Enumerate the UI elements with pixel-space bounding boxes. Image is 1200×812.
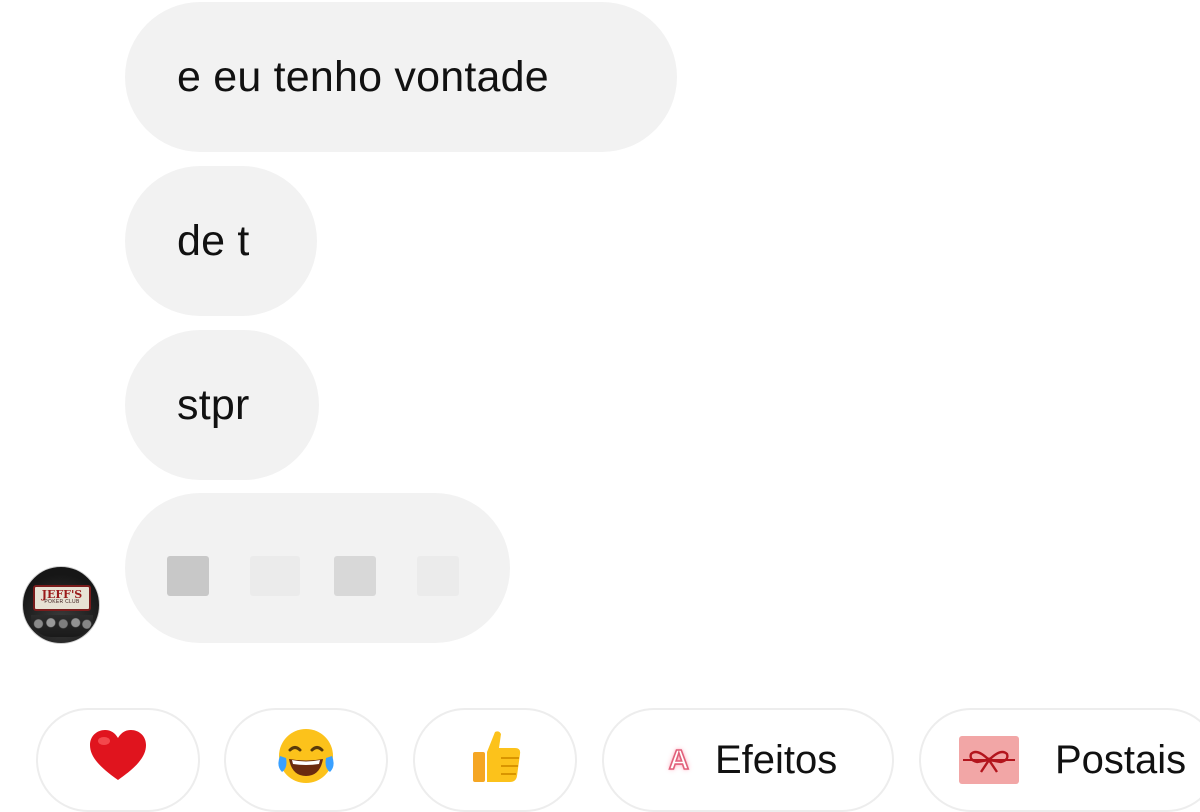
postcards-label: Postais <box>1055 737 1187 782</box>
redacted-block <box>334 556 376 596</box>
redacted-block <box>417 556 459 596</box>
effects-label: Efeitos <box>714 737 838 782</box>
effects-button[interactable]: A Efeitos <box>602 708 894 812</box>
avatar-sign: JEFF'S POKER CLUB <box>33 585 91 611</box>
message-text: de t <box>177 216 250 265</box>
redacted-message-bubble[interactable] <box>125 493 510 643</box>
heart-reaction-button[interactable] <box>36 708 200 812</box>
thumbs-up-emoji-icon <box>465 726 525 795</box>
heart-emoji-icon <box>88 728 148 793</box>
laugh-reaction-button[interactable] <box>224 708 388 812</box>
message-bubble[interactable]: stpr <box>125 330 319 480</box>
message-bubble[interactable]: e eu tenho vontade <box>125 2 677 152</box>
gift-ribbon-icon <box>959 736 1019 784</box>
redacted-block <box>250 556 300 596</box>
postcards-button[interactable]: Postais <box>919 708 1200 812</box>
message-text: e eu tenho vontade <box>177 52 549 101</box>
sender-avatar[interactable]: JEFF'S POKER CLUB <box>22 566 100 644</box>
avatar-photo-crowd <box>31 615 93 637</box>
effects-icon: A <box>668 743 690 776</box>
redacted-block <box>167 556 209 596</box>
message-bubble[interactable]: de t <box>125 166 317 316</box>
thumbs-up-reaction-button[interactable] <box>413 708 577 812</box>
tears-of-joy-emoji-icon <box>274 726 338 795</box>
message-text: stpr <box>177 380 250 429</box>
